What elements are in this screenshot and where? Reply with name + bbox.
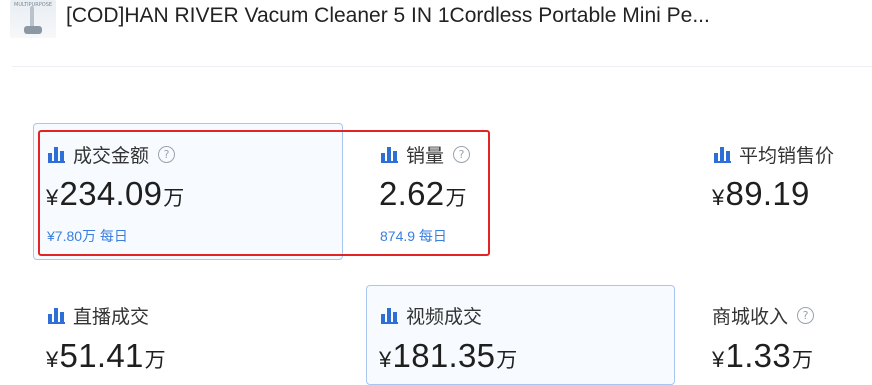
metric-daily-gmv: ¥7.80万 每日 (47, 228, 128, 244)
product-header: MULTIPURPOSE [COD]HAN RIVER Vacum Cleane… (0, 0, 872, 48)
currency-symbol: ¥ (46, 347, 59, 372)
metric-number: 234.09 (59, 175, 163, 212)
bar-chart-icon (714, 147, 731, 163)
bar-chart-icon (48, 308, 65, 324)
currency-symbol: ¥ (379, 347, 392, 372)
product-thumbnail[interactable]: MULTIPURPOSE (10, 0, 56, 38)
currency-symbol: ¥ (712, 185, 725, 210)
metric-value-video: ¥181.35万 (379, 336, 518, 381)
bar-chart-icon (48, 147, 65, 163)
metric-value-mall: ¥1.33万 (712, 336, 813, 381)
metric-label-mall: 商城收入 ? (712, 302, 815, 329)
metric-daily-sales: 874.9 每日 (380, 228, 447, 244)
header-divider (12, 66, 872, 67)
help-icon[interactable]: ? (158, 146, 176, 163)
metric-unit: 万 (496, 349, 518, 372)
metric-unit: 万 (144, 349, 166, 372)
metric-label-text: 直播成交 (73, 307, 150, 328)
metric-value-sales: 2.62万 (379, 174, 467, 219)
metric-label-text: 平均销售价 (739, 146, 835, 167)
bar-chart-icon (381, 147, 398, 163)
metric-value-avg-price: ¥89.19 (712, 174, 810, 218)
currency-symbol: ¥ (712, 347, 725, 372)
metric-number: 1.33 (725, 337, 791, 374)
thumbnail-vacuum-base (24, 26, 42, 34)
metric-unit: 万 (163, 187, 185, 210)
metric-unit: 万 (445, 187, 467, 210)
metric-label-text: 视频成交 (406, 307, 483, 328)
metric-value-gmv: ¥234.09万 (46, 174, 185, 219)
help-icon[interactable]: ? (797, 307, 815, 324)
metric-number: 89.19 (725, 175, 810, 212)
metric-value-live: ¥51.41万 (46, 336, 166, 381)
metric-number: 51.41 (59, 337, 144, 374)
metric-number: 181.35 (392, 337, 496, 374)
metric-label-text: 商城收入 (712, 307, 789, 328)
metric-label-sales: 销量 ? (381, 141, 471, 168)
product-title[interactable]: [COD]HAN RIVER Vacum Cleaner 5 IN 1Cordl… (66, 2, 710, 30)
metric-label-text: 成交金额 (73, 146, 150, 167)
metric-label-video: 视频成交 (381, 302, 482, 329)
metric-label-gmv: 成交金额 ? (48, 141, 176, 168)
help-icon[interactable]: ? (453, 146, 471, 163)
currency-symbol: ¥ (46, 185, 59, 210)
metric-label-text: 销量 (406, 146, 445, 167)
bar-chart-icon (381, 308, 398, 324)
metric-unit: 万 (791, 349, 814, 372)
metric-number: 2.62 (379, 175, 445, 212)
metric-label-live: 直播成交 (48, 302, 149, 329)
metric-label-avg-price: 平均销售价 (714, 141, 834, 168)
